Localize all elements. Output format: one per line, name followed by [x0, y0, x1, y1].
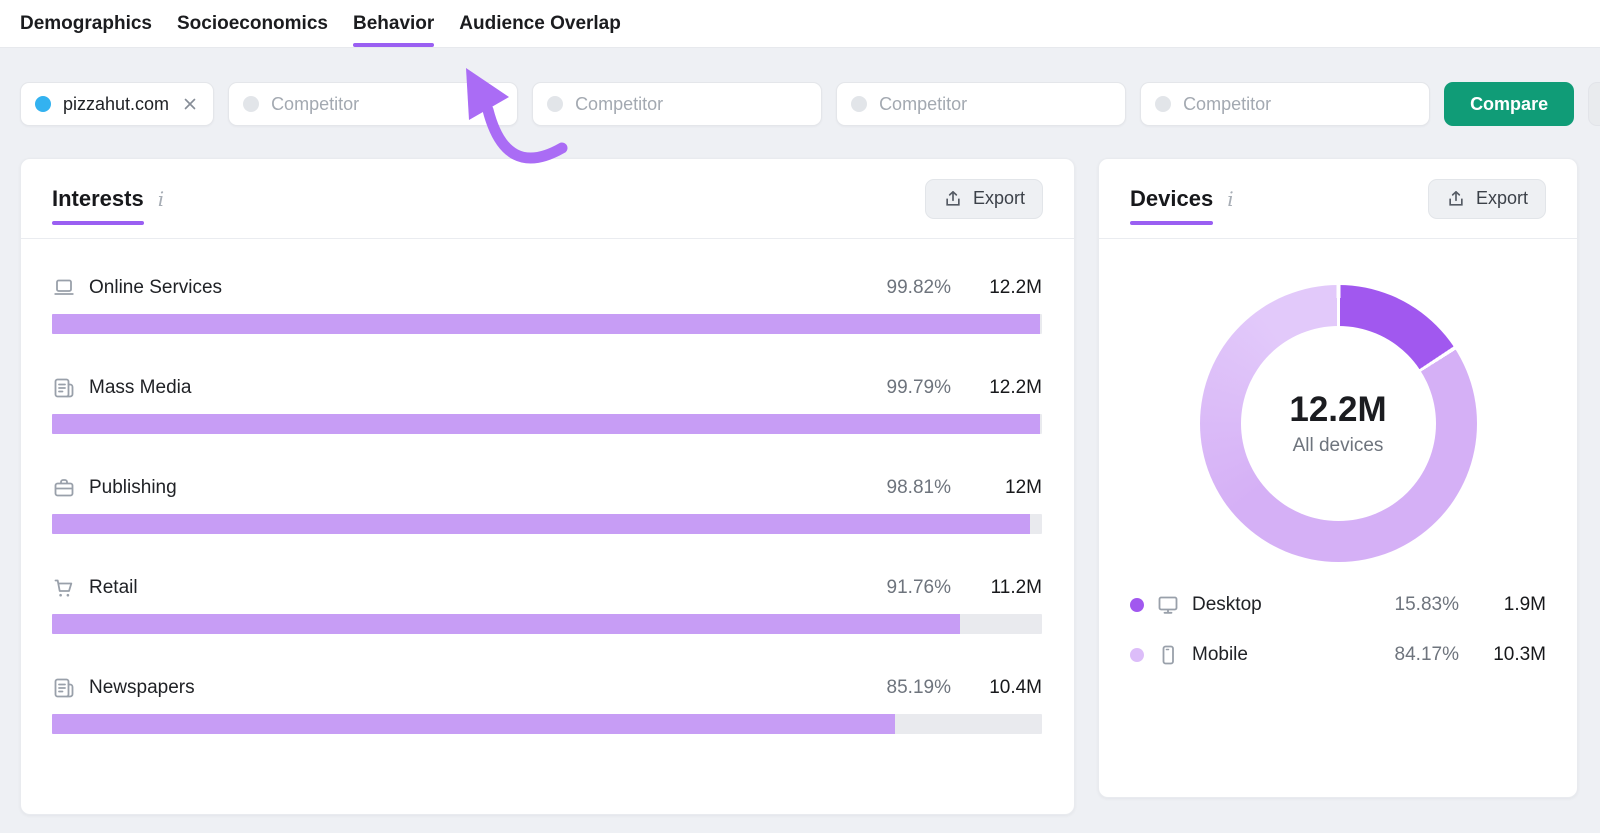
interest-row: Newspapers 85.19% 10.4M — [52, 674, 1042, 734]
interest-bar-fill — [52, 614, 960, 634]
desktop-icon — [1156, 593, 1180, 617]
export-label: Export — [973, 188, 1025, 209]
interest-percent: 99.82% — [831, 277, 951, 299]
competitor-dot-icon — [243, 96, 259, 112]
devices-export-button[interactable]: Export — [1428, 179, 1546, 219]
competitor-field-1[interactable] — [228, 82, 518, 126]
devices-header: Devices i Export — [1099, 159, 1577, 239]
domain-chip-label: pizzahut.com — [63, 94, 169, 115]
devices-legend: Desktop 15.83% 1.9M Mobile 84.17% 10.3M — [1099, 562, 1577, 673]
laptop-icon — [52, 276, 76, 300]
interest-bar-track — [52, 314, 1042, 334]
export-icon — [1446, 189, 1466, 209]
interest-percent: 85.19% — [831, 677, 951, 699]
main-content: Interests i Export Online Services 99.82… — [20, 158, 1580, 815]
legend-label: Desktop — [1192, 594, 1262, 616]
competitor-dot-icon — [851, 96, 867, 112]
interests-title: Interests — [52, 186, 144, 212]
filter-bar: pizzahut.com Compare Clear — [20, 82, 1580, 126]
competitor-input-3[interactable] — [879, 94, 1111, 115]
interest-bar-track — [52, 714, 1042, 734]
interest-bar-track — [52, 614, 1042, 634]
competitor-field-2[interactable] — [532, 82, 822, 126]
interest-label: Newspapers — [89, 677, 195, 699]
domain-chip[interactable]: pizzahut.com — [20, 82, 214, 126]
interests-export-button[interactable]: Export — [925, 179, 1043, 219]
legend-percent: 15.83% — [1359, 594, 1459, 616]
competitor-field-3[interactable] — [836, 82, 1126, 126]
newspaper-icon — [52, 676, 76, 700]
mobile-color-dot — [1130, 648, 1144, 662]
devices-title: Devices — [1130, 186, 1213, 212]
domain-dot-icon — [35, 96, 51, 112]
interest-label: Retail — [89, 577, 138, 599]
interest-value: 11.2M — [964, 577, 1042, 599]
interest-bar-fill — [52, 514, 1030, 534]
export-label: Export — [1476, 188, 1528, 209]
interest-row: Publishing 98.81% 12M — [52, 474, 1042, 534]
interest-row: Retail 91.76% 11.2M — [52, 574, 1042, 634]
legend-row-desktop[interactable]: Desktop 15.83% 1.9M — [1130, 587, 1546, 623]
export-icon — [943, 189, 963, 209]
interest-percent: 98.81% — [831, 477, 951, 499]
clear-button[interactable]: Clear — [1588, 82, 1600, 126]
competitor-field-4[interactable] — [1140, 82, 1430, 126]
interest-row: Mass Media 99.79% 12.2M — [52, 374, 1042, 434]
mobile-icon — [1156, 643, 1180, 667]
competitor-dot-icon — [1155, 96, 1171, 112]
interest-bar-fill — [52, 714, 895, 734]
donut-total-value: 12.2M — [1289, 390, 1386, 430]
donut-center: 12.2M All devices — [1200, 285, 1477, 562]
interest-value: 12M — [964, 477, 1042, 499]
interest-bar-track — [52, 514, 1042, 534]
legend-percent: 84.17% — [1359, 644, 1459, 666]
interest-percent: 91.76% — [831, 577, 951, 599]
cart-icon — [52, 576, 76, 600]
compare-button[interactable]: Compare — [1444, 82, 1574, 126]
interest-value: 12.2M — [964, 277, 1042, 299]
tab-socioeconomics[interactable]: Socioeconomics — [177, 0, 328, 47]
interest-percent: 99.79% — [831, 377, 951, 399]
interest-bar-fill — [52, 414, 1040, 434]
info-icon[interactable]: i — [158, 187, 164, 211]
devices-card: Devices i Export 12.2M All devices Deskt… — [1098, 158, 1578, 798]
interest-label: Mass Media — [89, 377, 191, 399]
competitor-dot-icon — [547, 96, 563, 112]
legend-label: Mobile — [1192, 644, 1248, 666]
interest-row: Online Services 99.82% 12.2M — [52, 274, 1042, 334]
devices-donut-chart[interactable]: 12.2M All devices — [1200, 285, 1477, 562]
legend-value: 10.3M — [1471, 644, 1546, 666]
desktop-color-dot — [1130, 598, 1144, 612]
briefcase-icon — [52, 476, 76, 500]
donut-total-label: All devices — [1293, 435, 1384, 457]
close-icon[interactable] — [181, 95, 199, 113]
interest-bar-track — [52, 414, 1042, 434]
interest-label: Publishing — [89, 477, 177, 499]
competitor-input-2[interactable] — [575, 94, 807, 115]
tab-audience-overlap[interactable]: Audience Overlap — [459, 0, 621, 47]
legend-value: 1.9M — [1471, 594, 1546, 616]
interest-value: 12.2M — [964, 377, 1042, 399]
info-icon[interactable]: i — [1227, 187, 1233, 211]
competitor-input-1[interactable] — [271, 94, 503, 115]
interests-card: Interests i Export Online Services 99.82… — [20, 158, 1075, 815]
top-nav: Demographics Socioeconomics Behavior Aud… — [0, 0, 1600, 48]
competitor-input-4[interactable] — [1183, 94, 1415, 115]
legend-row-mobile[interactable]: Mobile 84.17% 10.3M — [1130, 637, 1546, 673]
tab-behavior[interactable]: Behavior — [353, 0, 434, 47]
interest-label: Online Services — [89, 277, 222, 299]
newspaper-icon — [52, 376, 76, 400]
interest-bar-fill — [52, 314, 1040, 334]
interests-header: Interests i Export — [21, 159, 1074, 239]
tab-demographics[interactable]: Demographics — [20, 0, 152, 47]
interest-value: 10.4M — [964, 677, 1042, 699]
interests-rows: Online Services 99.82% 12.2M Mass Media … — [21, 239, 1074, 734]
